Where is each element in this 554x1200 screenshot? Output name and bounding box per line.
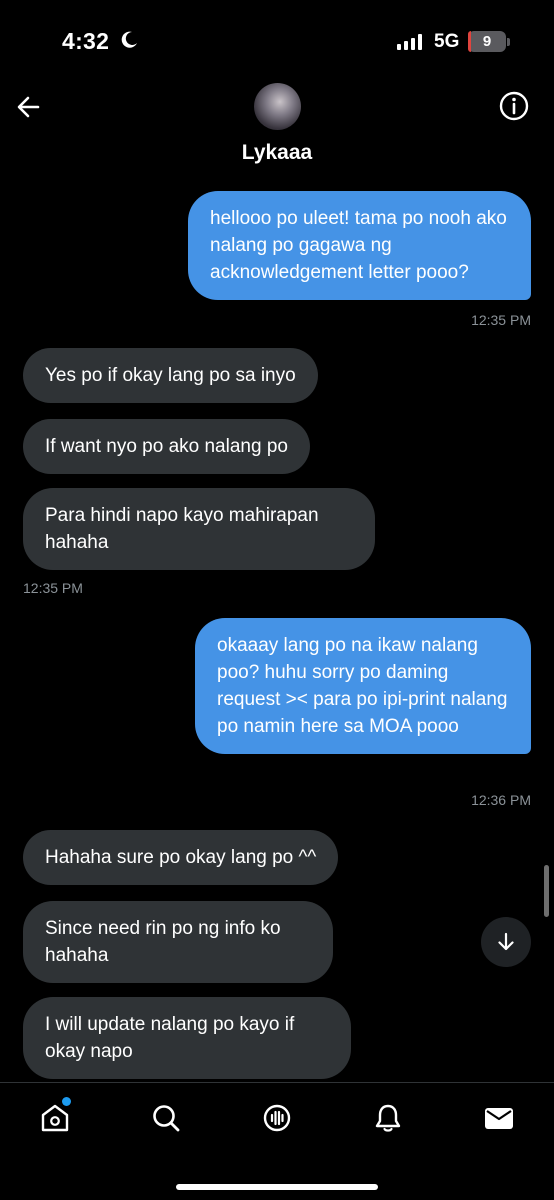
- message-bubble-received[interactable]: Yes po if okay lang po sa inyo: [23, 348, 318, 403]
- bottom-nav: [0, 1082, 554, 1200]
- arrow-down-icon: [498, 932, 514, 951]
- message-bubble-received[interactable]: Hahaha sure po okay lang po ^^: [23, 830, 339, 885]
- search-icon[interactable]: [149, 1101, 183, 1135]
- contact-name[interactable]: Lykaaa: [0, 141, 554, 165]
- message-bubble-received[interactable]: I will update nalang po kayo if okay nap…: [23, 997, 351, 1079]
- message-bubble-sent[interactable]: hellooo po uleet! tama po nooh ako nalan…: [188, 191, 531, 300]
- message-timestamp: 12:35 PM: [471, 312, 531, 328]
- info-icon[interactable]: [496, 88, 532, 124]
- message-bubble-received[interactable]: Para hindi napo kayo mahirapan hahaha: [23, 488, 375, 570]
- status-time: 4:32: [62, 28, 110, 54]
- spaces-icon[interactable]: [260, 1101, 294, 1135]
- status-bar: 4:32 5G 9: [0, 0, 554, 80]
- back-arrow-icon[interactable]: [10, 88, 48, 126]
- message-timestamp: 12:36 PM: [471, 792, 531, 808]
- bell-icon[interactable]: [371, 1101, 405, 1135]
- mail-icon[interactable]: [482, 1101, 516, 1135]
- notification-dot: [62, 1097, 71, 1106]
- signal-icon: [397, 34, 422, 50]
- home-icon[interactable]: [38, 1101, 72, 1135]
- battery-tip: [507, 38, 510, 46]
- message-bubble-sent[interactable]: okaaay lang po na ikaw nalang poo? huhu …: [195, 618, 531, 754]
- message-bubble-received[interactable]: If want nyo po ako nalang po: [23, 419, 310, 474]
- message-list[interactable]: hellooo po uleet! tama po nooh ako nalan…: [0, 178, 554, 1082]
- scrollbar[interactable]: [544, 865, 549, 917]
- conversation-header: Lykaaa: [0, 80, 554, 178]
- message-timestamp: 12:35 PM: [23, 580, 83, 596]
- home-indicator: [176, 1184, 378, 1190]
- message-bubble-received[interactable]: Since need rin po ng info ko hahaha: [23, 901, 333, 983]
- battery-level: [468, 31, 472, 52]
- moon-icon: [121, 31, 137, 48]
- battery-percent: 9: [482, 33, 492, 50]
- battery-icon: 9: [468, 31, 506, 52]
- scroll-to-bottom-button[interactable]: [481, 917, 531, 967]
- avatar[interactable]: [254, 83, 301, 130]
- network-type: 5G: [434, 31, 460, 52]
